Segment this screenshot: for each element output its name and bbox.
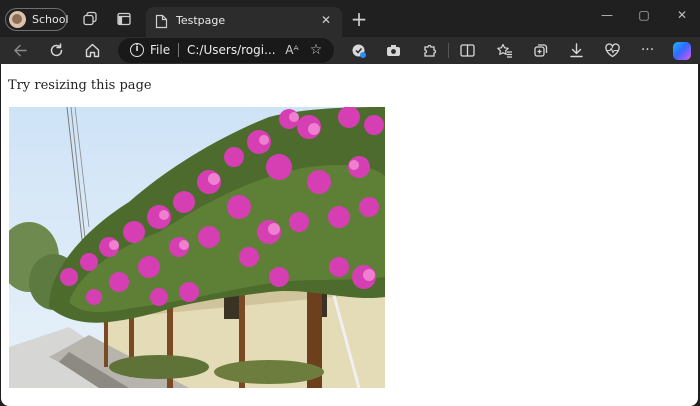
workspaces-icon[interactable] (82, 11, 98, 27)
downloads-icon[interactable] (568, 42, 585, 59)
collections-icon[interactable] (532, 42, 549, 59)
back-icon[interactable] (12, 42, 29, 59)
extension-icon[interactable] (421, 42, 438, 59)
new-tab-button[interactable]: + (350, 9, 368, 29)
info-icon[interactable]: i (130, 43, 144, 57)
tab-actions-icon[interactable] (116, 11, 132, 27)
toolbar: i File C:/Users/rogi... Aᴬ ☆ ··· (0, 37, 700, 64)
address-bar[interactable]: i File C:/Users/rogi... Aᴬ ☆ (118, 38, 334, 63)
page-text: Try resizing this page (8, 78, 152, 93)
read-aloud-icon[interactable]: Aᴬ (284, 42, 300, 58)
browser-essentials-icon[interactable] (350, 42, 367, 59)
profile-label: School (32, 13, 69, 26)
screenshot-icon[interactable] (385, 42, 402, 59)
home-icon[interactable] (84, 42, 101, 59)
url-scheme: File (150, 43, 171, 57)
minimize-button[interactable]: — (596, 8, 618, 22)
bougainvillea-photo (9, 107, 385, 388)
close-window-button[interactable]: ✕ (671, 8, 693, 22)
favorite-icon[interactable]: ☆ (308, 42, 324, 58)
more-icon[interactable]: ··· (639, 42, 656, 59)
page-viewport: Try resizing this page (1, 64, 698, 406)
maximize-button[interactable]: ▢ (633, 8, 655, 22)
favorites-icon[interactable] (496, 42, 513, 59)
performance-icon[interactable] (604, 42, 621, 59)
copilot-icon[interactable] (673, 42, 691, 60)
address-separator (178, 43, 179, 57)
page-icon (155, 14, 168, 29)
avatar (9, 11, 26, 28)
profile-button[interactable]: School (5, 8, 69, 31)
url-text[interactable]: C:/Users/rogi... (187, 43, 276, 57)
toolbar-separator (448, 43, 449, 58)
tab-close-icon[interactable]: ✕ (318, 12, 334, 28)
refresh-icon[interactable] (48, 42, 65, 59)
tab-title: Testpage (176, 14, 226, 27)
title-bar: School Testpage ✕ + — ▢ ✕ (0, 0, 700, 37)
split-screen-icon[interactable] (459, 42, 476, 59)
tab-testpage[interactable]: Testpage ✕ (146, 7, 342, 37)
